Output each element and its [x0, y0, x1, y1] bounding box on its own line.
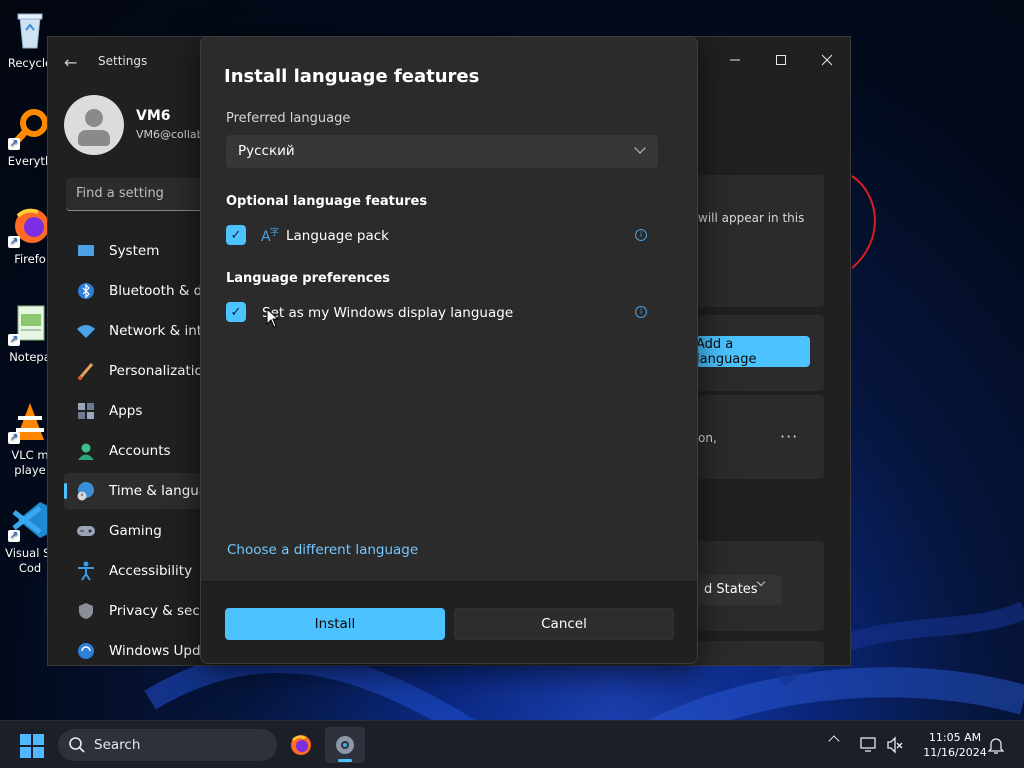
maximize-button[interactable] — [758, 45, 804, 75]
apps-icon — [76, 401, 96, 421]
language-pack-checkbox[interactable]: ✓ — [226, 225, 246, 245]
time-language-icon — [76, 481, 96, 501]
display-language-checkbox[interactable]: ✓ — [226, 302, 246, 322]
window-title: Settings — [98, 54, 148, 68]
display-language-label: Set as my Windows display language — [262, 305, 514, 321]
dialog-footer: Install Cancel — [201, 581, 697, 663]
desktop-icon-label: Everyth — [7, 154, 53, 168]
user-email: VM6@collab — [136, 128, 204, 141]
start-button[interactable] — [20, 734, 44, 758]
clock-time: 11:05 AM — [928, 731, 982, 744]
vscode-icon: ↗ — [8, 498, 52, 542]
recycle-bin-icon — [8, 8, 52, 52]
firefox-icon — [291, 735, 311, 755]
personalization-icon — [76, 361, 96, 381]
shield-icon — [76, 601, 96, 621]
background-card-text: on, — [698, 431, 717, 445]
search-icon — [69, 737, 85, 753]
checkmark-icon: ✓ — [230, 304, 242, 320]
volume-muted-icon[interactable] — [886, 736, 904, 754]
shortcut-arrow-icon: ↗ — [8, 334, 20, 346]
maximize-icon — [776, 55, 786, 65]
search-label: Search — [94, 737, 141, 753]
install-button[interactable]: Install — [225, 608, 445, 640]
preferred-language-label: Preferred language — [226, 111, 351, 126]
optional-features-heading: Optional language features — [226, 194, 428, 209]
running-indicator — [338, 759, 352, 762]
sidebar-item-label: Gaming — [109, 523, 162, 539]
back-arrow-icon[interactable]: ← — [64, 53, 77, 72]
info-icon[interactable]: i — [635, 306, 647, 318]
sidebar-item-label: Windows Upda — [109, 643, 209, 659]
windows-update-icon — [76, 641, 96, 661]
sidebar-item-label: Apps — [109, 403, 143, 419]
close-icon — [821, 54, 833, 66]
gaming-icon — [76, 521, 96, 541]
language-pack-label: Language pack — [286, 228, 389, 244]
accessibility-icon — [76, 561, 96, 581]
network-icon — [76, 321, 96, 341]
avatar-head-icon — [85, 109, 103, 127]
shortcut-arrow-icon: ↗ — [8, 432, 20, 444]
cancel-button[interactable]: Cancel — [454, 608, 674, 640]
avatar-body-icon — [78, 130, 110, 146]
taskbar-search[interactable]: Search — [58, 729, 277, 761]
choose-different-language-link[interactable]: Choose a different language — [227, 542, 418, 558]
system-icon — [76, 241, 96, 261]
desktop-icon-label: Firefo — [14, 252, 46, 266]
shortcut-arrow-icon: ↗ — [8, 530, 20, 542]
sidebar-item-label: Accessibility — [109, 563, 193, 579]
vlc-icon: ↗ — [8, 400, 52, 444]
preferred-language-select[interactable]: Русский — [226, 135, 658, 168]
sidebar-item-label: System — [109, 243, 160, 259]
background-card-text: will appear in this — [698, 211, 805, 225]
shortcut-arrow-icon: ↗ — [8, 138, 20, 150]
bluetooth-icon — [76, 281, 96, 301]
chevron-up-icon[interactable] — [828, 735, 840, 747]
language-pack-icon: A字 — [261, 226, 279, 248]
info-icon[interactable]: i — [635, 229, 647, 241]
shortcut-arrow-icon: ↗ — [8, 236, 20, 248]
taskbar: Search 11:05 AM 11/16/2024 — [0, 720, 1024, 768]
network-status-icon[interactable] — [860, 736, 878, 754]
sidebar-item-label: Accounts — [109, 443, 171, 459]
close-button[interactable] — [804, 45, 850, 75]
preferred-language-value: Русский — [238, 143, 295, 159]
everything-search-icon: ↗ — [8, 106, 52, 150]
svg-text:字: 字 — [270, 226, 279, 238]
clock[interactable]: 11:05 AM 11/16/2024 — [912, 730, 998, 760]
notepad-icon: ↗ — [8, 302, 52, 346]
desktop-icon-label: Recycle — [7, 56, 53, 70]
firefox-icon: ↗ — [8, 204, 52, 248]
sidebar-item-label: Bluetooth & de — [109, 283, 211, 299]
install-language-dialog: Install language features Preferred lang… — [200, 36, 698, 664]
accounts-icon — [76, 441, 96, 461]
sidebar-item-label: Personalization — [109, 363, 212, 379]
region-dropdown-value: d States — [704, 582, 758, 597]
checkmark-icon: ✓ — [230, 227, 242, 243]
minimize-button[interactable] — [712, 45, 758, 75]
mouse-cursor-icon — [266, 308, 280, 328]
minimize-icon — [730, 59, 740, 61]
avatar[interactable] — [64, 95, 124, 155]
user-name: VM6 — [136, 108, 171, 124]
language-preferences-heading: Language preferences — [226, 271, 391, 286]
sidebar-item-label: Privacy & secur — [109, 603, 214, 619]
add-language-button[interactable]: Add a language — [696, 336, 810, 367]
gear-icon — [336, 736, 354, 754]
taskbar-settings[interactable] — [325, 727, 365, 763]
desktop-icon-label: Notepa — [9, 350, 51, 364]
sidebar-item-label: Time & langua — [109, 483, 208, 499]
notification-bell-icon[interactable] — [988, 736, 1004, 754]
taskbar-firefox[interactable] — [281, 727, 321, 763]
more-options-icon[interactable]: ··· — [780, 427, 798, 446]
chevron-down-icon — [634, 142, 646, 154]
dialog-title: Install language features — [224, 66, 480, 87]
clock-date: 11/16/2024 — [923, 746, 987, 759]
sidebar-item-label: Network & inte — [109, 323, 211, 339]
windows-logo-icon — [20, 734, 31, 745]
